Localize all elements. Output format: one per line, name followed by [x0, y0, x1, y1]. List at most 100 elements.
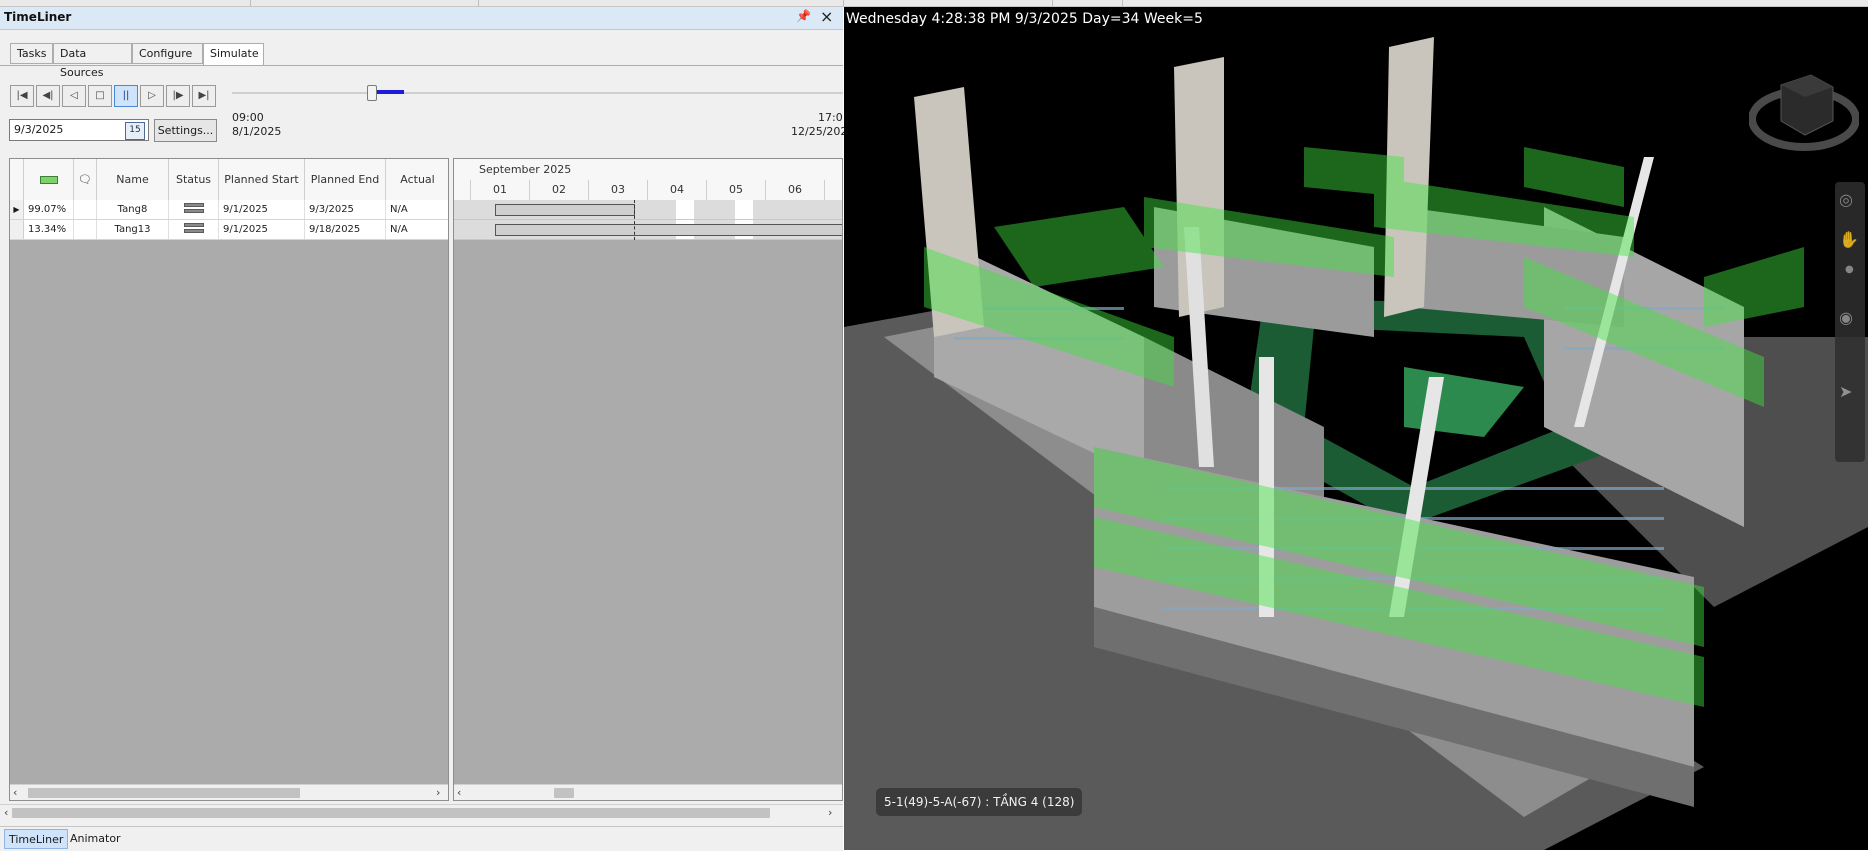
time-slider-progress — [374, 90, 404, 94]
range-end-time: 17:0 — [818, 111, 843, 124]
time-slider-thumb[interactable] — [367, 85, 377, 101]
zoom-dot-icon[interactable]: ● — [1845, 264, 1854, 275]
header-status[interactable]: Status — [169, 159, 219, 200]
tab-data-sources[interactable]: Data Sources — [53, 43, 132, 79]
rewind-icon[interactable]: |◀ — [10, 85, 34, 107]
ribbon-group-navigate[interactable] — [478, 0, 844, 6]
gantt-day-spacer — [454, 180, 471, 200]
gantt-bar-tang8[interactable] — [495, 204, 635, 216]
row-planned-end[interactable]: 9/18/2025 — [305, 220, 386, 239]
tab-timeliner[interactable]: TimeLiner — [4, 829, 69, 849]
simulation-time-header: Wednesday 4:28:38 PM 9/3/2025 Day=34 Wee… — [846, 11, 1203, 27]
scroll-left-icon[interactable]: ‹ — [4, 805, 8, 820]
pause-icon[interactable]: || — [114, 85, 138, 107]
gantt-day: 02 — [530, 180, 589, 200]
row-name[interactable]: Tang13 — [97, 220, 169, 239]
gantt-row — [454, 220, 842, 240]
header-row-selector — [10, 159, 24, 200]
row-progress: 13.34% — [24, 220, 74, 239]
tab-animator[interactable]: Animator — [66, 829, 125, 849]
date-value: 9/3/2025 — [14, 123, 64, 136]
pin-icon[interactable]: 📌 — [796, 9, 811, 23]
ribbon-group-render-style[interactable] — [892, 0, 1053, 6]
tab-divider — [0, 65, 843, 66]
date-picker[interactable]: 9/3/2025 15 — [9, 119, 149, 141]
row-planned-end[interactable]: 9/3/2025 — [305, 200, 386, 219]
row-actual-start[interactable]: N/A — [386, 200, 448, 219]
row-pointer-icon[interactable]: ▶ — [10, 200, 24, 219]
range-start-date: 8/1/2025 — [232, 125, 282, 138]
tab-configure[interactable]: Configure — [132, 43, 203, 64]
gantt-horizontal-scrollbar[interactable]: ‹ — [454, 784, 842, 800]
scroll-right-icon[interactable]: › — [828, 805, 832, 820]
gantt-month-header: September 2025 — [454, 159, 842, 181]
row-actual-start[interactable]: N/A — [386, 220, 448, 239]
row-comments — [74, 200, 97, 219]
grid-horizontal-scrollbar[interactable]: ‹ › — [10, 784, 448, 800]
tab-simulate[interactable]: Simulate — [203, 43, 264, 66]
gantt-weekend-cell — [676, 200, 694, 219]
row-selector[interactable] — [10, 220, 24, 239]
panel-title: TimeLiner — [4, 10, 72, 24]
row-progress: 99.07% — [24, 200, 74, 219]
ribbon-group-sectioning[interactable] — [1052, 0, 1123, 6]
scrollbar-thumb[interactable] — [554, 788, 574, 798]
table-row[interactable]: ▶ 99.07% Tang8 9/1/2025 9/3/2025 N/A — [10, 200, 448, 220]
scroll-right-icon[interactable]: › — [436, 785, 440, 800]
settings-button[interactable]: Settings... — [154, 119, 217, 142]
reverse-play-icon[interactable]: ◁ — [62, 85, 86, 107]
building-model — [844, 37, 1868, 850]
range-end-date: 12/25/202 — [791, 125, 848, 138]
panel-title-bar: TimeLiner 📌 × — [0, 7, 843, 30]
range-start-time: 09:00 — [232, 111, 264, 124]
ribbon-group-camera[interactable] — [250, 0, 479, 6]
scene-viewport[interactable]: Wednesday 4:28:38 PM 9/3/2025 Day=34 Wee… — [844, 7, 1868, 850]
task-grid: 🗨 Name Status Planned Start Planned End … — [9, 158, 449, 801]
close-icon[interactable]: × — [820, 7, 833, 26]
forward-icon[interactable]: ▶| — [192, 85, 216, 107]
ribbon-strip — [0, 0, 1868, 7]
step-forward-icon[interactable]: |▶ — [166, 85, 190, 107]
gantt-day: 05 — [707, 180, 766, 200]
scrollbar-thumb[interactable] — [12, 808, 770, 818]
gantt-weekend-cell — [735, 200, 753, 219]
gantt-day: 06 — [766, 180, 825, 200]
gantt-day: 01 — [471, 180, 530, 200]
row-name[interactable]: Tang8 — [97, 200, 169, 219]
scroll-left-icon[interactable]: ‹ — [457, 785, 461, 800]
table-row[interactable]: 13.34% Tang13 9/1/2025 9/18/2025 N/A — [10, 220, 448, 240]
play-icon[interactable]: ▷ — [140, 85, 164, 107]
header-comments[interactable]: 🗨 — [74, 159, 97, 200]
ribbon-group-playback[interactable] — [0, 0, 251, 6]
header-planned-start[interactable]: Planned Start — [219, 159, 305, 200]
step-back-icon[interactable]: ◀| — [36, 85, 60, 107]
gantt-days-header: 01 02 03 04 05 06 — [454, 180, 842, 201]
header-name[interactable]: Name — [97, 159, 169, 200]
row-comments — [74, 220, 97, 239]
progress-bar-icon — [39, 176, 58, 184]
stop-icon[interactable]: □ — [88, 85, 112, 107]
header-actual-start[interactable]: Actual Start — [386, 159, 448, 227]
gantt-bar-tang13[interactable] — [495, 224, 842, 236]
gantt-current-date-line — [634, 200, 636, 240]
scroll-left-icon[interactable]: ‹ — [13, 785, 17, 800]
bottom-tabs: TimeLiner Animator — [0, 826, 843, 851]
viewcube-icon[interactable] — [1749, 57, 1859, 167]
comment-icon: 🗨 — [78, 173, 92, 186]
time-slider-track[interactable] — [232, 92, 843, 94]
header-progress[interactable] — [24, 159, 74, 200]
scrollbar-thumb[interactable] — [28, 788, 300, 798]
panel-horizontal-scrollbar[interactable]: ‹ › — [0, 804, 843, 822]
select-cursor-icon[interactable]: ➤ — [1839, 382, 1852, 401]
orbit-icon[interactable]: ◉ — [1839, 308, 1853, 327]
calendar-icon[interactable]: 15 — [125, 122, 145, 140]
steering-wheel-icon[interactable]: ◎ — [1839, 190, 1853, 209]
row-planned-start[interactable]: 9/1/2025 — [219, 220, 305, 239]
header-planned-end[interactable]: Planned End — [305, 159, 386, 200]
tab-tasks[interactable]: Tasks — [10, 43, 53, 64]
gantt-day: 04 — [648, 180, 707, 200]
pan-hand-icon[interactable]: ✋ — [1839, 230, 1859, 249]
gantt-row — [454, 200, 842, 220]
timeliner-panel: TimeLiner 📌 × Tasks Data Sources Configu… — [0, 7, 847, 851]
row-planned-start[interactable]: 9/1/2025 — [219, 200, 305, 219]
